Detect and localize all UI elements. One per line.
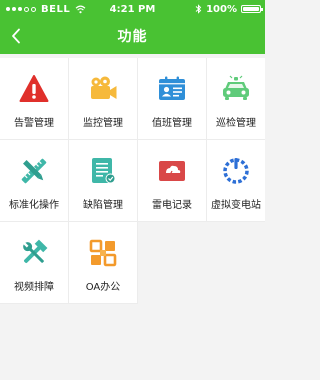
signal-dot (24, 6, 29, 12)
wifi-icon (75, 5, 86, 13)
carrier-name: BELL (41, 3, 71, 15)
function-duty-management[interactable]: 值班管理 (138, 58, 207, 140)
function-label: 监控管理 (83, 118, 123, 129)
battery-percentage: 100% (206, 3, 237, 15)
function-monitor-management[interactable]: 监控管理 (69, 58, 138, 140)
function-label: 视频排障 (14, 282, 54, 293)
signal-dot (6, 6, 10, 11)
function-alarm-management[interactable]: 告警管理 (0, 58, 69, 140)
alarm-warning-icon (19, 74, 49, 104)
function-virtual-substation[interactable]: 虚拟变电站 (207, 140, 265, 222)
function-standard-operation[interactable]: 标准化操作 (0, 140, 69, 222)
status-bar: BELL 4:21 PM 100% (0, 0, 265, 18)
pencil-ruler-icon (19, 156, 49, 186)
signal-dot (18, 6, 22, 11)
function-label: 告警管理 (14, 118, 54, 129)
function-label: 虚拟变电站 (211, 200, 261, 211)
page-title: 功能 (117, 29, 148, 45)
signal-strength-icon (6, 6, 36, 12)
function-label: 标准化操作 (9, 200, 59, 211)
duty-id-card-icon (157, 74, 187, 104)
function-label: 缺陷管理 (83, 200, 123, 211)
status-left: BELL (0, 4, 86, 15)
function-oa-office[interactable]: OA办公 (69, 222, 138, 304)
chevron-left-icon (12, 28, 20, 44)
function-lightning-record[interactable]: 雷电记录 (138, 140, 207, 222)
battery-fill (243, 7, 259, 11)
video-camera-icon (88, 74, 118, 104)
oa-office-icon (88, 238, 118, 268)
defect-document-icon (88, 156, 118, 186)
function-label: 值班管理 (152, 118, 192, 129)
bluetooth-icon (195, 4, 202, 14)
function-label: OA办公 (85, 282, 121, 293)
lightning-record-icon (157, 156, 187, 186)
signal-dot (31, 6, 36, 12)
function-label: 巡检管理 (216, 118, 256, 129)
back-button[interactable] (4, 24, 28, 48)
battery-icon (241, 5, 263, 13)
nav-header: 功能 (0, 18, 265, 54)
virtual-substation-icon (221, 156, 251, 186)
patrol-car-icon (221, 74, 251, 104)
function-label: 雷电记录 (152, 200, 192, 211)
function-video-troubleshooting[interactable]: 视频排障 (0, 222, 69, 304)
troubleshooting-tools-icon (19, 238, 49, 268)
function-defect-management[interactable]: 缺陷管理 (69, 140, 138, 222)
status-right: 100% (195, 4, 265, 15)
app-screen: BELL 4:21 PM 100% 功能 告警管理 监控管理 值班管理 巡检管理… (0, 0, 265, 380)
function-grid: 告警管理 监控管理 值班管理 巡检管理 标准化操作 缺陷管理 雷电记录 虚拟变电… (0, 58, 265, 304)
function-patrol-management[interactable]: 巡检管理 (207, 58, 265, 140)
signal-dot (12, 6, 16, 11)
